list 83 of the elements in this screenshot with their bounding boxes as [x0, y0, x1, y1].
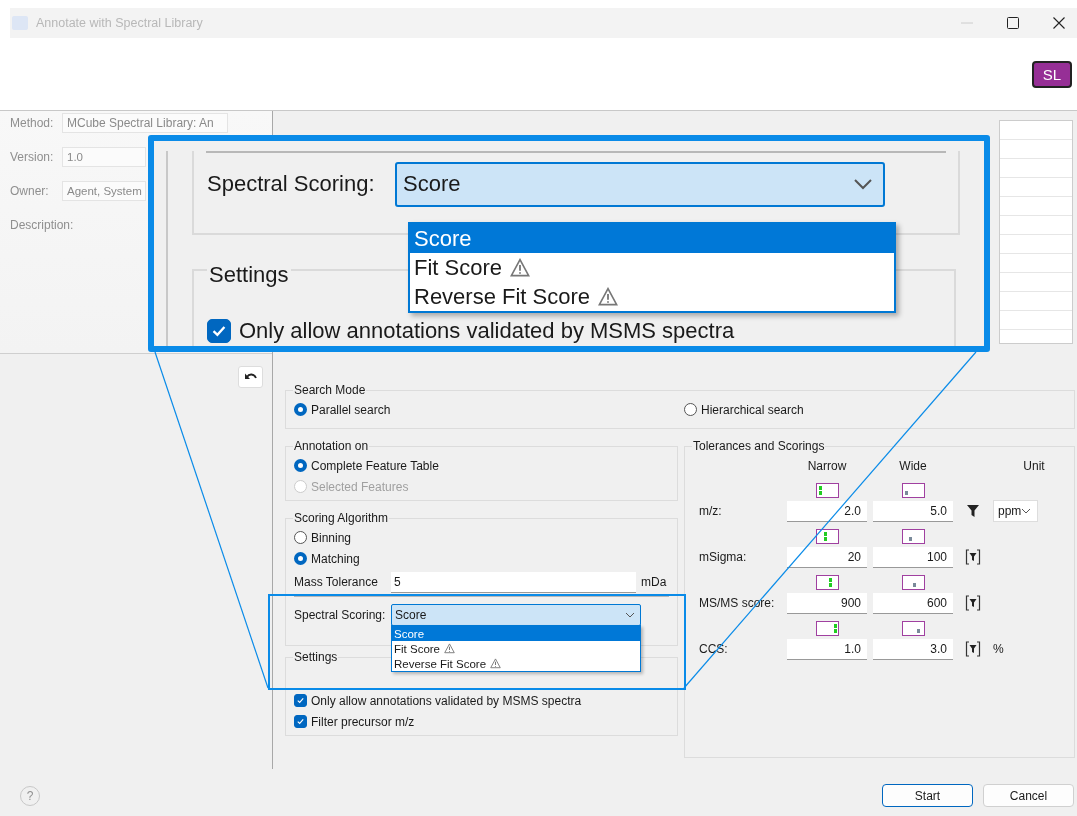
group-title: Settings — [293, 650, 339, 664]
spectral-scoring-dropdown[interactable]: Score — [391, 604, 641, 626]
checkbox-option[interactable]: Only allow annotations validated by MSMS spectra — [294, 690, 669, 711]
unit-label: mDa — [641, 575, 667, 589]
dropdown-option[interactable]: Score — [392, 626, 640, 641]
undo-button[interactable] — [238, 366, 263, 388]
radio-option[interactable]: Complete Feature Table — [294, 455, 669, 476]
checkbox-option[interactable]: Filter precursor m/z — [294, 711, 669, 732]
undo-icon — [243, 372, 258, 382]
text-field[interactable]: Agent, System — [62, 181, 146, 201]
checkbox-option[interactable]: Only allow annotations validated by MSMS spectra — [207, 316, 954, 346]
spectral-scoring-dropdown[interactable]: Score — [395, 161, 885, 207]
narrow-indicator-icon — [815, 575, 839, 590]
text-field[interactable]: 1.0 — [62, 147, 146, 167]
narrow-indicator-icon — [815, 483, 839, 498]
dropdown-option[interactable]: Reverse Fit Score — [410, 282, 894, 311]
field-label: Version: — [10, 149, 55, 165]
field-label: Method: — [10, 115, 55, 131]
mass-tolerance-field[interactable]: 5 — [391, 571, 636, 593]
filter-icon[interactable] — [966, 504, 980, 518]
close-icon[interactable] — [1053, 17, 1065, 29]
field-label: Owner: — [10, 183, 50, 199]
filter-icon[interactable] — [965, 641, 981, 657]
unit-label: % — [993, 642, 1004, 656]
wide-field[interactable]: 100 — [873, 546, 953, 568]
dropdown-option[interactable]: Fit Score — [392, 641, 640, 656]
radio-option[interactable]: Matching — [294, 548, 669, 569]
dropdown-option[interactable]: Score — [410, 224, 894, 253]
radio-icon[interactable] — [684, 403, 697, 416]
field-label: Description: — [10, 217, 74, 233]
unit-dropdown[interactable]: ppm — [993, 500, 1039, 522]
group-title: Scoring Algorithm — [293, 511, 390, 525]
wide-indicator-icon — [901, 575, 925, 590]
narrow-field[interactable]: 2.0 — [787, 500, 867, 522]
radio-icon[interactable] — [294, 531, 307, 544]
dropdown-option[interactable]: Fit Score — [410, 253, 894, 282]
dropdown-option[interactable]: Reverse Fit Score — [392, 656, 640, 671]
group-title: Annotation on — [293, 439, 370, 453]
narrow-field[interactable]: 1.0 — [787, 638, 867, 660]
group-title: Search Mode — [293, 383, 367, 397]
group-title: Tolerances and Scorings — [692, 439, 826, 453]
window-title: Annotate with Spectral Library — [36, 16, 203, 30]
chevron-icon — [853, 178, 873, 190]
radio-option[interactable]: Binning — [294, 527, 669, 548]
wide-field[interactable]: 5.0 — [873, 500, 953, 522]
method-dropdown[interactable]: MCube Spectral Library: An — [62, 113, 228, 133]
radio-icon[interactable] — [294, 459, 307, 472]
wide-field[interactable]: 3.0 — [873, 638, 953, 660]
narrow-field[interactable]: 900 — [787, 592, 867, 614]
column-header: Narrow — [806, 458, 848, 475]
radio-icon[interactable] — [294, 552, 307, 565]
warning-icon — [598, 286, 619, 307]
checkbox-icon[interactable] — [294, 715, 307, 728]
dialog-button[interactable]: Cancel — [983, 784, 1074, 807]
checkbox-icon[interactable] — [207, 319, 231, 343]
radio-option[interactable]: Parallel search — [294, 399, 684, 420]
wide-indicator-icon — [901, 483, 925, 498]
field-label: Spectral Scoring: — [207, 171, 376, 197]
narrow-indicator-icon — [815, 529, 839, 544]
maximize-icon[interactable] — [1007, 17, 1019, 29]
row-label: m/z: — [699, 503, 723, 520]
filter-icon[interactable] — [965, 549, 981, 565]
wide-indicator-icon — [901, 621, 925, 636]
column-header: Wide — [898, 458, 928, 475]
wide-field[interactable]: 600 — [873, 592, 953, 614]
radio-option[interactable]: Hierarchical search — [684, 399, 1066, 420]
warning-icon — [510, 257, 531, 278]
filter-icon[interactable] — [965, 595, 981, 611]
field-label: Mass Tolerance — [294, 575, 379, 589]
column-header: Unit — [1022, 458, 1046, 475]
warning-icon — [444, 643, 455, 654]
field-label: Spectral Scoring: — [294, 608, 387, 622]
narrow-field[interactable]: 20 — [787, 546, 867, 568]
row-label: mSigma: — [699, 549, 748, 566]
library-badge: SL — [1031, 60, 1072, 88]
narrow-indicator-icon — [815, 621, 839, 636]
warning-icon — [490, 658, 502, 669]
wide-indicator-icon — [901, 529, 925, 544]
chevron-icon — [625, 612, 635, 618]
checkbox-icon[interactable] — [294, 694, 307, 707]
dialog-button[interactable]: Start — [882, 784, 973, 807]
chevron-icon — [1021, 508, 1032, 514]
radio-icon[interactable] — [294, 403, 307, 416]
